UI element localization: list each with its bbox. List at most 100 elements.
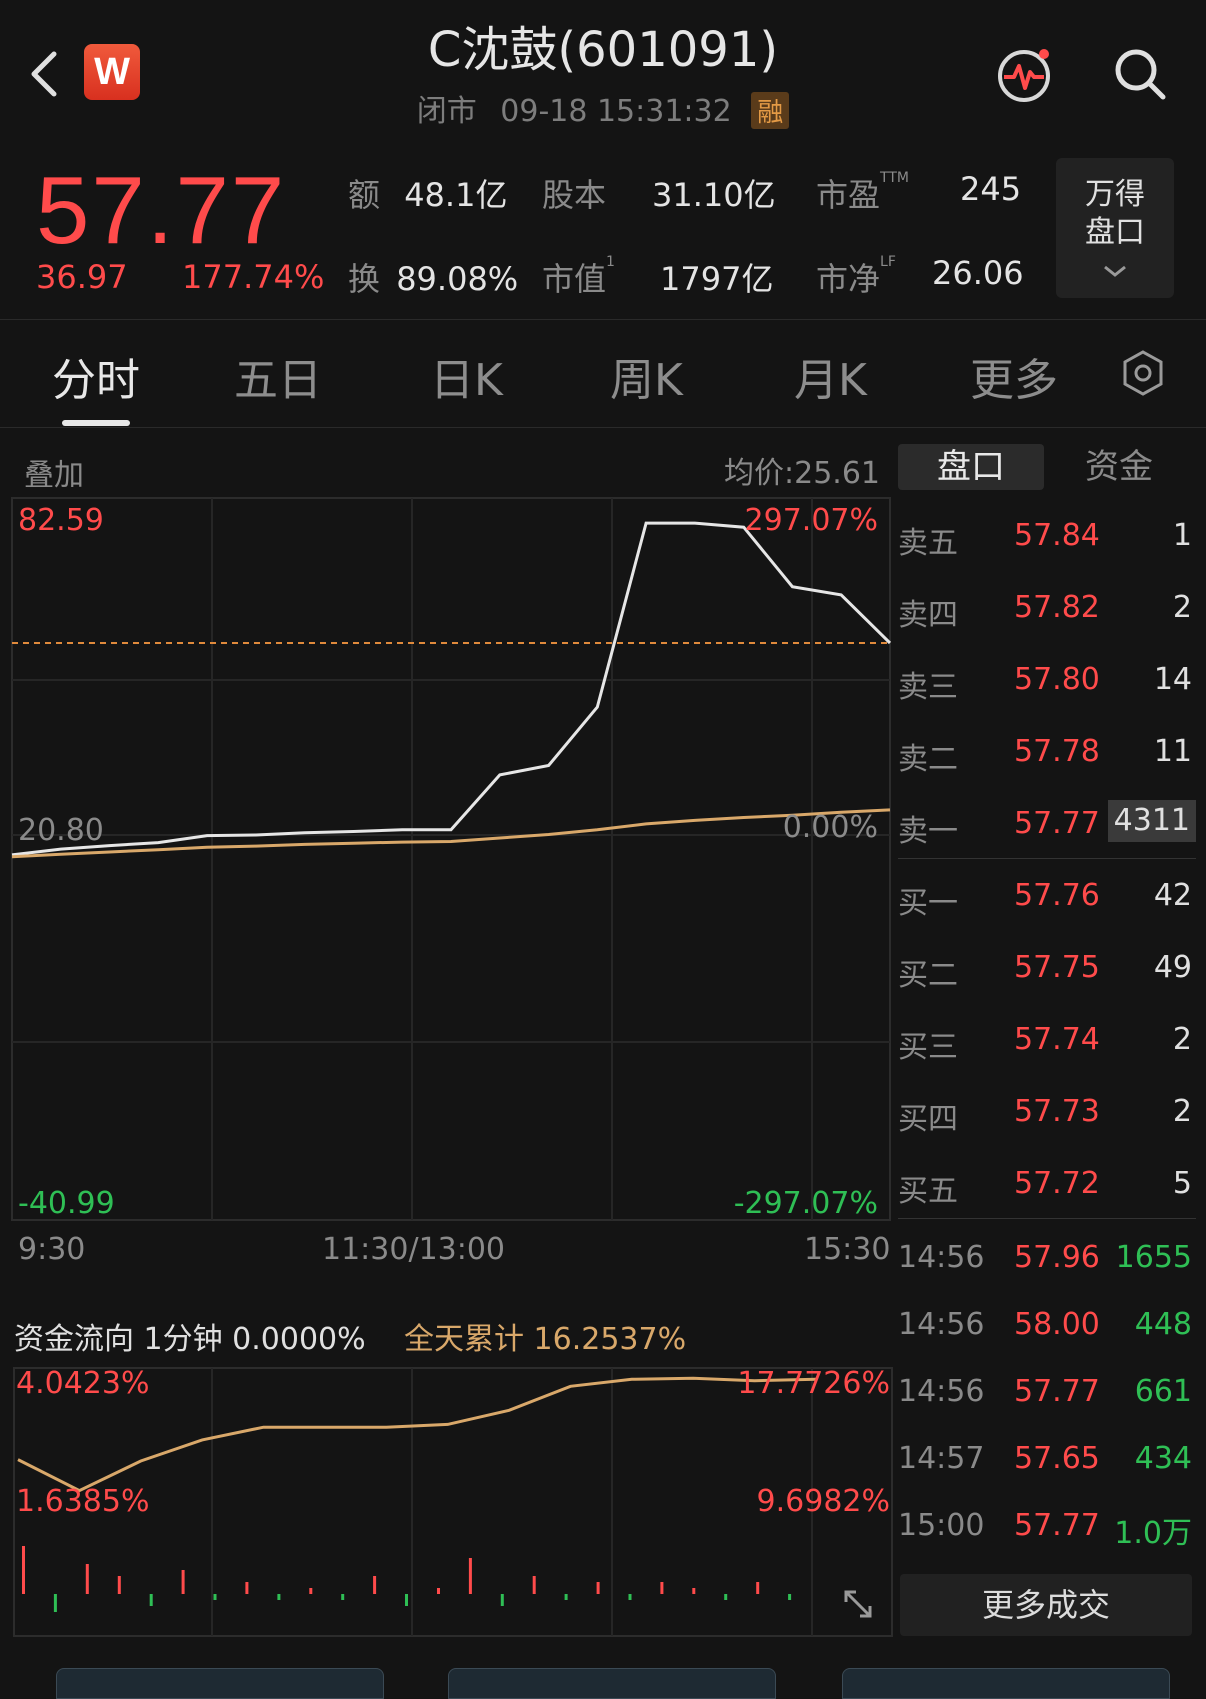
trade-time: 14:56	[898, 1307, 985, 1342]
avg-price-line	[11, 808, 891, 859]
trade-time: 14:57	[898, 1441, 985, 1476]
quote-panel: 57.77 36.97 177.74% 额 48.1亿 股本 31.10亿 市盈…	[0, 150, 1206, 320]
market-status: 闭市	[416, 94, 477, 129]
level-label: 卖四	[898, 598, 958, 633]
flow-right-top: 17.7726%	[737, 1366, 890, 1401]
level-price: 57.75	[1014, 950, 1100, 985]
flow-bar	[213, 1594, 217, 1600]
stat-market-cap: 市值1	[542, 254, 615, 298]
chart-tabs: 分时 五日 日K 周K 月K 更多	[0, 320, 1206, 428]
trade-time: 14:56	[898, 1240, 985, 1275]
flow-bar	[756, 1582, 760, 1594]
flow-right-mid: 9.6982%	[756, 1484, 890, 1519]
level-price: 57.82	[1014, 590, 1100, 625]
bid-row: 买三 57.74 2	[898, 1004, 1196, 1070]
stat-market-cap-value: 1797亿	[660, 260, 774, 298]
stat-amount: 额 48.1亿	[348, 176, 508, 214]
price-change-pct: 177.74%	[182, 258, 325, 296]
flow-bar	[628, 1594, 632, 1600]
tab-monthly-k[interactable]: 月K	[794, 344, 867, 408]
tab-intraday[interactable]: 分时	[52, 344, 140, 408]
flow-bar	[53, 1594, 57, 1612]
more-trades-button[interactable]: 更多成交	[900, 1574, 1192, 1636]
wind-depth-button[interactable]: 万得 盘口	[1056, 158, 1174, 298]
level-price: 57.76	[1014, 878, 1100, 913]
ask-bid-divider	[898, 1218, 1196, 1219]
level-price: 57.72	[1014, 1166, 1100, 1201]
level-volume: 2	[1172, 590, 1192, 625]
x-label-open: 9:30	[18, 1232, 86, 1267]
flow-bar	[309, 1588, 313, 1594]
trade-time: 15:00	[898, 1508, 985, 1543]
ask-row: 卖三 57.80 14	[898, 644, 1196, 710]
flow-left-mid: 1.6385%	[16, 1484, 150, 1519]
ask-row: 卖二 57.78 11	[898, 716, 1196, 782]
bottom-button-2[interactable]	[448, 1668, 776, 1699]
stat-turnover: 换 89.08%	[348, 260, 519, 298]
pct-min-label: -297.07%	[733, 1186, 878, 1221]
quote-datetime: 09-18 15:31:32	[500, 94, 732, 129]
trade-row: 14:56 57.96 1655	[898, 1224, 1196, 1290]
trade-volume: 1655	[1115, 1240, 1192, 1275]
flow-bar	[692, 1588, 696, 1594]
settings-hexagon-icon[interactable]	[1118, 348, 1168, 398]
bottom-action-bar	[0, 1668, 1206, 1699]
tab-orderbook[interactable]: 盘口	[898, 444, 1044, 490]
ask-row: 卖四 57.82 2	[898, 572, 1196, 638]
tab-more[interactable]: 更多	[970, 344, 1058, 408]
trade-price: 57.77	[1014, 1508, 1100, 1543]
pct-max-label: 297.07%	[744, 503, 878, 538]
bottom-button-1[interactable]	[56, 1668, 384, 1699]
tab-five-day[interactable]: 五日	[234, 344, 322, 408]
trade-row: 14:56 58.00 448	[898, 1291, 1196, 1357]
ask-row: 卖一 57.77 4311	[898, 788, 1196, 854]
flow-bar	[149, 1594, 153, 1606]
stat-share-capital-value: 31.10亿	[652, 176, 776, 214]
search-icon[interactable]	[1110, 44, 1170, 104]
level-volume: 1	[1172, 518, 1192, 553]
level-label: 买五	[898, 1174, 958, 1209]
x-label-midday: 11:30/13:00	[322, 1232, 506, 1267]
level-label: 买四	[898, 1102, 958, 1137]
flow-bar	[277, 1594, 281, 1600]
y-mid-label: 20.80	[18, 813, 104, 848]
level-volume: 11	[1153, 734, 1192, 769]
flow-bar	[405, 1594, 408, 1606]
flow-bar	[437, 1588, 440, 1594]
tab-fund[interactable]: 资金	[1046, 444, 1192, 490]
bid-row: 买四 57.73 2	[898, 1076, 1196, 1142]
margin-badge: 融	[751, 92, 790, 129]
active-tab-indicator	[62, 420, 130, 426]
stat-pe: 市盈TTM	[816, 170, 909, 214]
tab-weekly-k[interactable]: 周K	[610, 344, 683, 408]
level-label: 买一	[898, 886, 958, 921]
pulse-icon[interactable]	[994, 44, 1054, 104]
trade-price: 57.96	[1014, 1240, 1100, 1275]
trade-volume: 434	[1134, 1441, 1192, 1476]
tab-daily-k[interactable]: 日K	[430, 344, 503, 408]
level-volume: 5	[1172, 1166, 1192, 1201]
overlay-button[interactable]: 叠加	[24, 450, 84, 494]
trade-row: 14:56 57.77 661	[898, 1358, 1196, 1424]
trade-price: 58.00	[1014, 1307, 1100, 1342]
trade-time: 14:56	[898, 1374, 985, 1409]
bid-row: 买五 57.72 5	[898, 1148, 1196, 1214]
trade-volume: 661	[1134, 1374, 1192, 1409]
bottom-button-3[interactable]	[842, 1668, 1170, 1699]
level-price: 57.73	[1014, 1094, 1100, 1129]
flow-bar	[724, 1594, 728, 1600]
y-min-label: -40.99	[18, 1186, 115, 1221]
price-change: 36.97	[36, 258, 128, 296]
level-volume: 49	[1153, 950, 1192, 985]
expand-icon[interactable]	[838, 1584, 878, 1624]
level-label: 卖二	[898, 742, 958, 777]
stat-pb: 市净LF	[816, 254, 896, 298]
trade-row: 14:57 57.65 434	[898, 1425, 1196, 1491]
level-label: 买三	[898, 1030, 958, 1065]
flow-bar	[245, 1582, 249, 1594]
header: W C沈鼓(601091) 闭市 09-18 15:31:32 融	[0, 0, 1206, 150]
flow-bar	[468, 1558, 472, 1594]
flow-bar	[341, 1594, 345, 1600]
stat-share-capital: 股本	[542, 176, 607, 214]
flow-bar	[596, 1582, 600, 1594]
